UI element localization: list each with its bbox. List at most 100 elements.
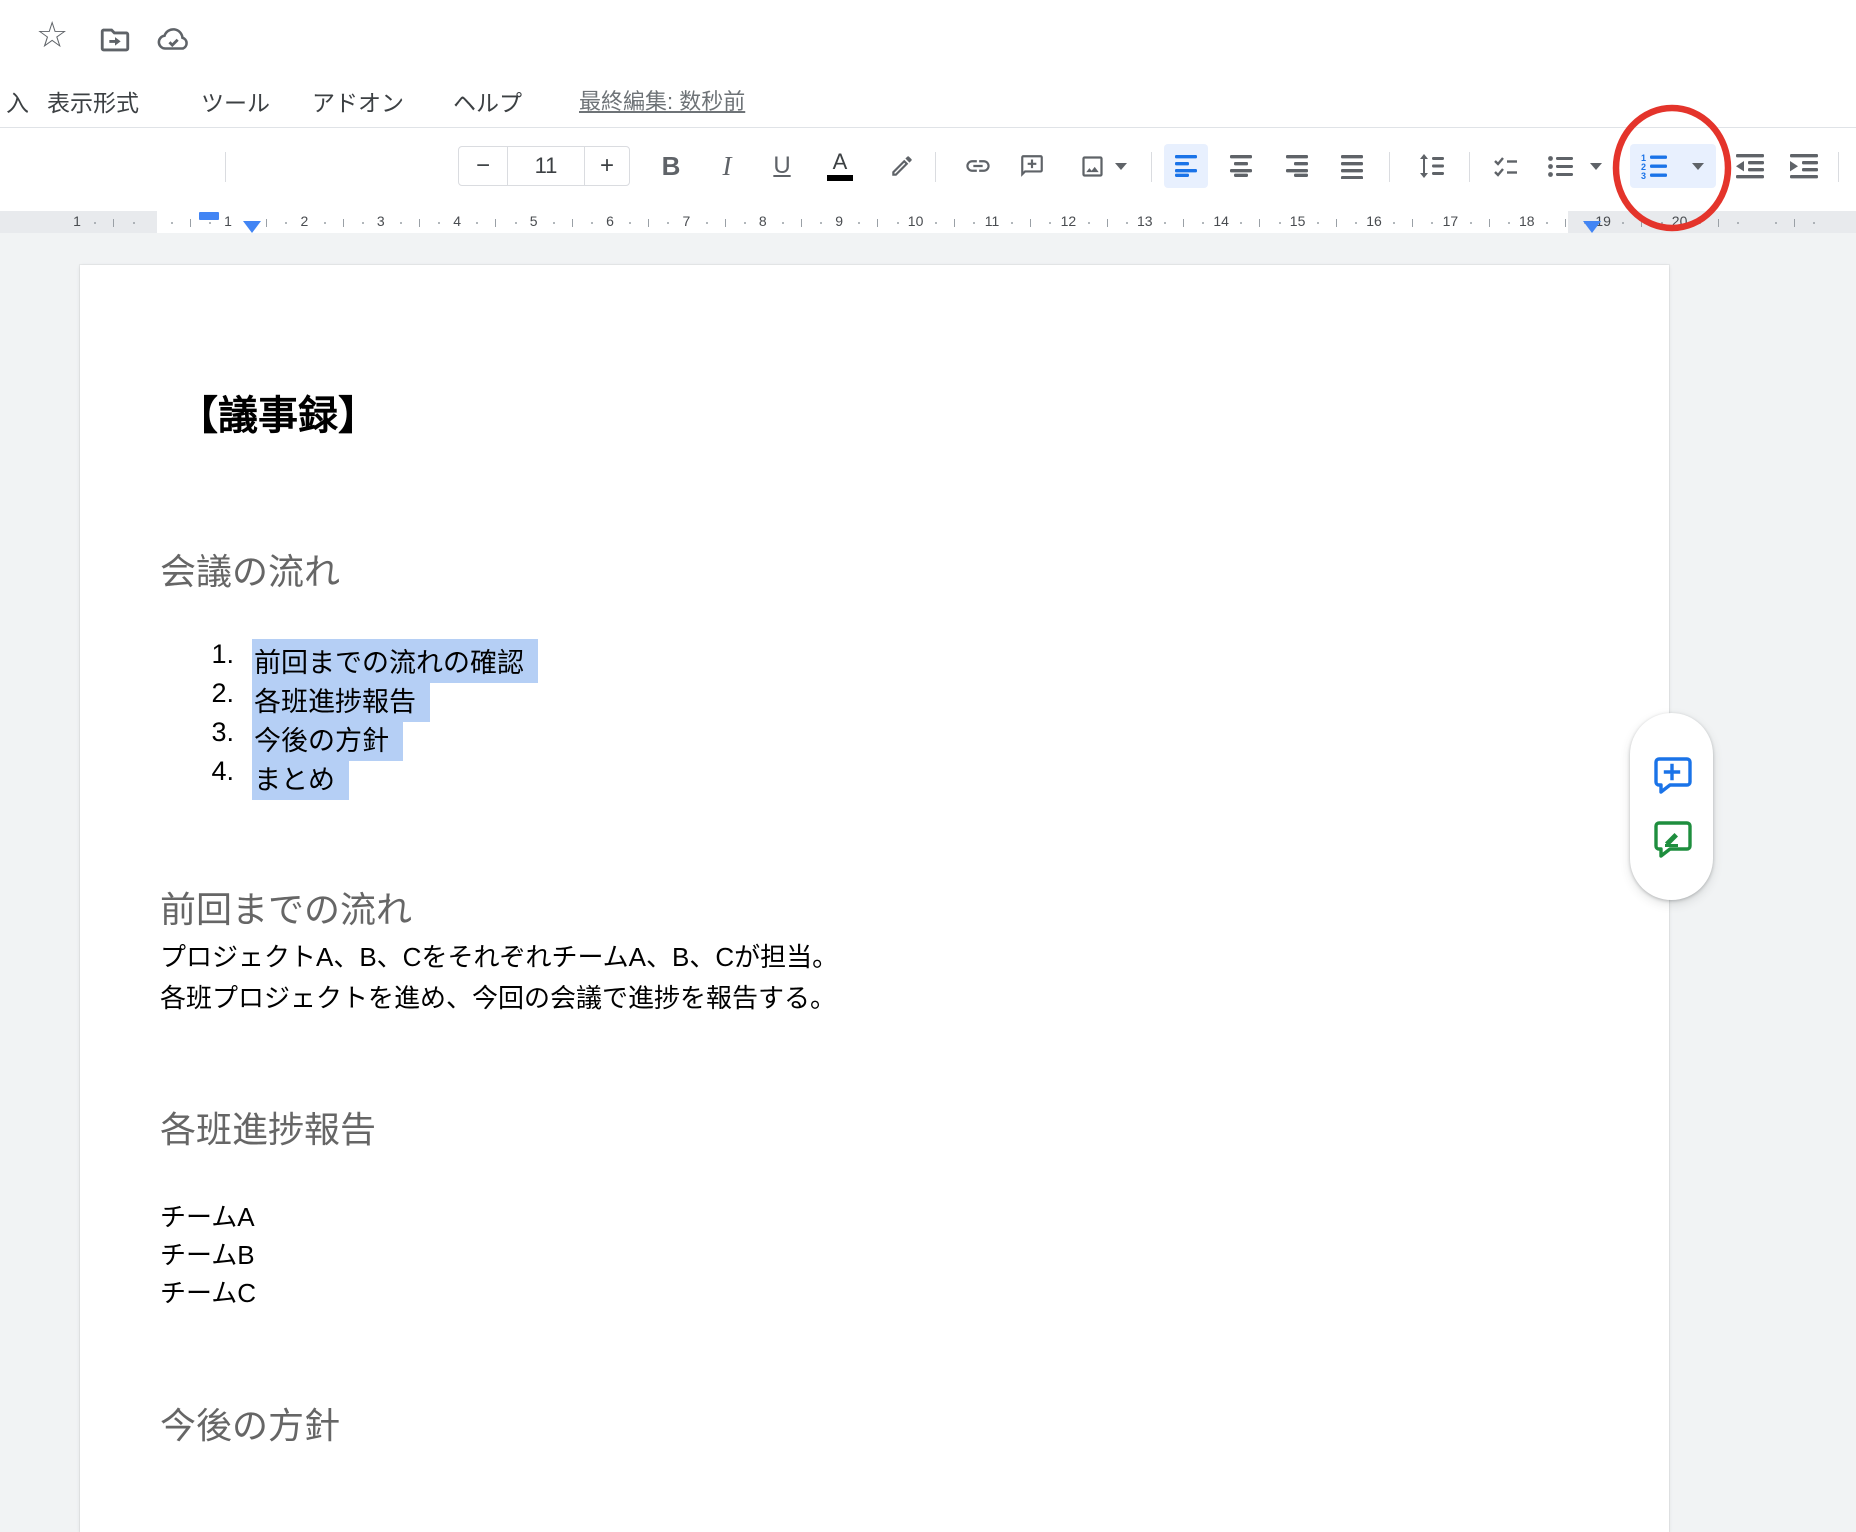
chevron-down-icon [1590,163,1602,170]
add-comment-fab[interactable] [1649,752,1695,798]
ruler-tick [801,219,802,227]
heading-meeting-flow[interactable]: 会議の流れ [160,543,340,595]
paragraph-style-dropdown[interactable]: 標準テキス... [28,144,218,188]
ruler-tick [1049,222,1051,224]
align-center-button[interactable] [1219,144,1263,188]
ruler-tick [400,222,402,224]
insert-image-button[interactable] [1071,144,1139,188]
highlight-color-button[interactable] [880,144,924,188]
italic-button[interactable]: I [705,144,749,188]
ruler-tick [113,219,114,227]
last-edit-link[interactable]: 最終編集: 数秒前 [579,84,745,116]
menu-item-help[interactable]: ヘルプ [453,84,522,118]
ruler-tick [1813,222,1815,224]
heading-future-policy[interactable]: 今後の方針 [160,1397,340,1449]
ruler-tick [515,222,517,224]
ruler-tick [820,222,822,224]
team-line: チームB [160,1235,256,1273]
ruler-tick [133,222,135,224]
team-list[interactable]: チームA チームB チームC [160,1197,256,1311]
font-size-increase-button[interactable]: + [584,147,629,185]
toolbar-divider-line [0,127,1856,128]
align-justify-icon [1340,153,1364,179]
checklist-button[interactable] [1483,144,1527,188]
font-size-value[interactable]: 11 [508,147,584,185]
selected-text[interactable]: まとめ [252,756,349,800]
google-docs-window: ☆ 入 表示形式 ツール アドオン ヘルプ 最終編集: 数秒前 標準テキス...… [0,0,1856,1532]
list-number: 3. [172,717,234,748]
italic-glyph: I [723,151,732,182]
selected-text[interactable]: 今後の方針 [252,717,403,761]
selected-text[interactable]: 各班進捗報告 [252,678,430,722]
ruler-number: 9 [835,213,843,229]
ruler-tick [973,222,975,224]
menu-item-tools[interactable]: ツール [201,84,270,118]
ruler-tick [1737,222,1739,224]
paragraph-line: プロジェクトA、B、CをそれぞれチームA、B、Cが担当。 [160,937,838,978]
line-spacing-button[interactable] [1409,144,1453,188]
insert-link-button[interactable] [956,144,1000,188]
font-size-decrease-button[interactable]: − [459,147,508,185]
ruler-tick [285,222,287,224]
bold-glyph: B [662,151,681,182]
left-margin-marker[interactable] [199,212,219,220]
align-justify-button[interactable] [1330,144,1374,188]
first-line-indent-marker[interactable] [243,221,261,233]
ruler-tick [343,219,344,227]
image-icon [1079,153,1106,180]
ruler-number: 1 [73,213,81,229]
paragraph-line: 各班プロジェクトを進め、今回の会議で進捗を報告する。 [160,978,838,1019]
decrease-indent-button[interactable] [1728,144,1772,188]
add-comment-icon [1019,153,1045,179]
increase-indent-button[interactable] [1782,144,1826,188]
ruler-number: 3 [377,213,385,229]
ruler-tick [1240,222,1242,224]
add-comment-button[interactable] [1010,144,1054,188]
align-left-button[interactable] [1164,144,1208,188]
divider [1389,152,1390,182]
ruler-tick [858,222,860,224]
heading-previous-flow[interactable]: 前回までの流れ [160,881,412,933]
ruler-tick [1164,222,1166,224]
numbered-list-button[interactable]: 123 [1632,144,1676,188]
paragraph-previous[interactable]: プロジェクトA、B、CをそれぞれチームA、B、Cが担当。 各班プロジェクトを進め… [160,937,838,1019]
ruler-number: 20 [1672,213,1688,229]
doc-title[interactable]: 【議事録】 [178,383,378,441]
bullet-list-icon [1547,153,1574,180]
selected-text[interactable]: 前回までの流れの確認 [252,639,538,683]
ruler-tick [1718,219,1719,227]
team-line: チームA [160,1197,256,1235]
ruler-tick [1088,222,1090,224]
ruler-tick [1030,219,1031,227]
ruler-tick [744,222,746,224]
suggest-edits-fab[interactable] [1649,816,1695,862]
font-dropdown[interactable]: Arial [240,144,440,188]
menu-item-addons[interactable]: アドオン [312,84,404,118]
divider [1838,152,1839,182]
ruler-tick [935,222,937,224]
ruler-tick [1336,219,1337,227]
menu-item-insert-partial[interactable]: 入 [6,84,29,118]
text-color-button[interactable]: A [818,144,862,188]
cloud-saved-icon[interactable] [154,23,192,62]
star-button[interactable]: ☆ [36,18,68,52]
heading-progress-report[interactable]: 各班進捗報告 [160,1101,376,1153]
align-right-icon [1285,153,1309,179]
align-right-button[interactable] [1275,144,1319,188]
chevron-down-icon[interactable] [1692,163,1704,170]
underline-button[interactable]: U [760,144,804,188]
align-center-icon [1229,153,1253,179]
ruler-tick [954,219,955,227]
move-folder-icon[interactable] [98,23,132,62]
ruler-tick [1470,222,1472,224]
ruler-tick [706,222,708,224]
ruler-tick [1699,222,1701,224]
ruler-tick [94,222,96,224]
bold-button[interactable]: B [649,144,693,188]
bullet-list-button[interactable] [1538,144,1618,188]
document-page[interactable]: 【議事録】 会議の流れ 1. 前回までの流れの確認 2. 各班進捗報告 3. 今… [80,265,1669,1532]
ruler-tick [324,222,326,224]
menu-item-format[interactable]: 表示形式 [47,84,139,118]
right-indent-marker[interactable] [1583,221,1601,233]
ruler-tick [171,222,173,224]
